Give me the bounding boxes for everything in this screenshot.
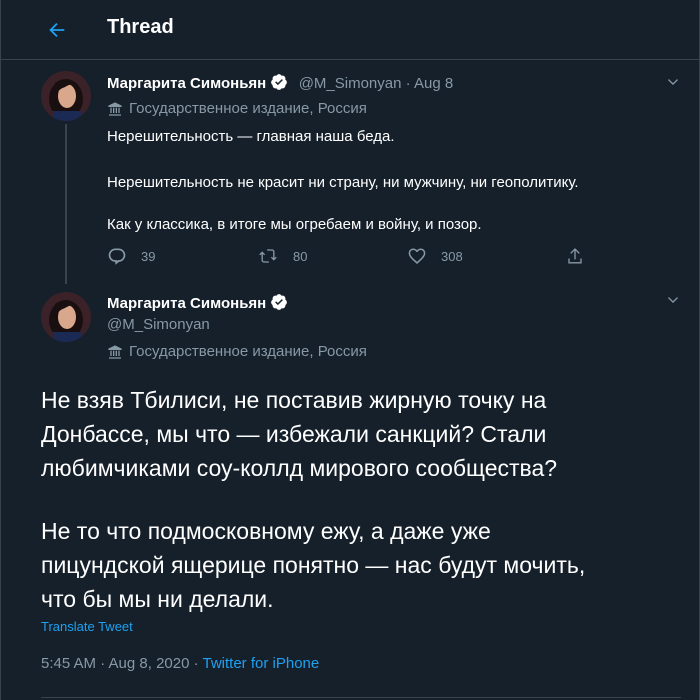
tweet-author-row: Маргарита Симоньян @M_Simonyan · Aug 8: [107, 73, 453, 96]
translate-tweet-link[interactable]: Translate Tweet: [41, 619, 133, 634]
avatar-image: [41, 71, 91, 121]
tweet-text-paragraph: Не взяв Тбилиси, не поставив жирную точк…: [41, 383, 691, 485]
display-name[interactable]: Маргарита Симоньян: [107, 295, 266, 312]
more-options-button[interactable]: [663, 72, 683, 92]
avatar[interactable]: [41, 71, 91, 121]
arrow-left-icon: [49, 22, 65, 38]
tweet-timestamp[interactable]: 5:45 AM · Aug 8, 2020 ·: [41, 655, 203, 672]
back-button[interactable]: [39, 12, 75, 48]
tweet-timestamp-row: 5:45 AM · Aug 8, 2020 · Twitter for iPho…: [41, 655, 319, 672]
meta-separator: ·: [401, 75, 414, 92]
state-media-icon: [108, 101, 122, 116]
retweet-count: 80: [293, 248, 308, 264]
tweet-text-line: пицундской ящерице понятно — нас будут м…: [41, 552, 586, 578]
chevron-down-icon: [668, 79, 678, 85]
reply-count: 39: [141, 248, 156, 264]
thread-connector: [65, 124, 67, 284]
state-media-icon: [108, 344, 122, 359]
tweet-source-link[interactable]: Twitter for iPhone: [203, 655, 320, 672]
more-options-button[interactable]: [663, 290, 683, 310]
label-text: Государственное издание, Россия: [129, 343, 367, 360]
tweet-handle[interactable]: @M_Simonyan: [299, 75, 402, 92]
tweet-author-row: Маргарита Симоньян: [107, 293, 288, 316]
label-text: Государственное издание, Россия: [129, 100, 367, 117]
chevron-down-icon: [668, 297, 678, 303]
retweet-icon: [259, 249, 277, 263]
like-button[interactable]: 308: [407, 246, 463, 266]
like-count: 308: [441, 248, 463, 264]
tweet-text-line: Как у классика, в итоге мы огребаем и во…: [107, 216, 482, 233]
tweet-text-line: Донбассе, мы что — избежали санкций? Ста…: [41, 421, 547, 447]
tweet-date[interactable]: Aug 8: [414, 75, 453, 92]
avatar[interactable]: [41, 292, 91, 342]
reply-button[interactable]: 39: [107, 246, 155, 266]
tweet-text-line: Не то что подмосковному ежу, а даже уже: [41, 518, 491, 544]
state-media-label[interactable]: Государственное издание, Россия: [107, 343, 367, 360]
share-button[interactable]: [565, 246, 585, 266]
retweet-button[interactable]: 80: [257, 246, 307, 266]
share-icon: [568, 248, 582, 264]
verified-badge-icon: [270, 293, 288, 316]
divider: [41, 697, 681, 698]
tweet-text-line: Нерешительность — главная наша беда.: [107, 128, 395, 145]
state-media-label[interactable]: Государственное издание, Россия: [107, 100, 367, 117]
thread-header: Thread: [1, 0, 700, 60]
tweet-text-line: любимчиками соу-коллд мирового сообществ…: [41, 455, 558, 481]
verified-badge-icon: [270, 73, 288, 96]
heart-icon: [408, 248, 426, 264]
tweet-text-line: Нерешительность не красит ни страну, ни …: [107, 174, 579, 191]
avatar-image: [41, 292, 91, 342]
thread-page: Thread Маргарита Симоньян @M_Simonyan · …: [0, 0, 700, 700]
tweet-text-paragraph: Не то что подмосковному ежу, а даже уже …: [41, 514, 691, 616]
tweet-actions: 39 80 308: [107, 246, 587, 268]
tweet-handle[interactable]: @M_Simonyan: [107, 316, 210, 333]
tweet-text-line: что бы мы ни делали.: [41, 586, 274, 612]
tweet-text-line: Не взяв Тбилиси, не поставив жирную точк…: [41, 387, 547, 413]
reply-icon: [108, 248, 126, 265]
page-title: Thread: [107, 16, 174, 38]
display-name[interactable]: Маргарита Симоньян: [107, 75, 266, 92]
